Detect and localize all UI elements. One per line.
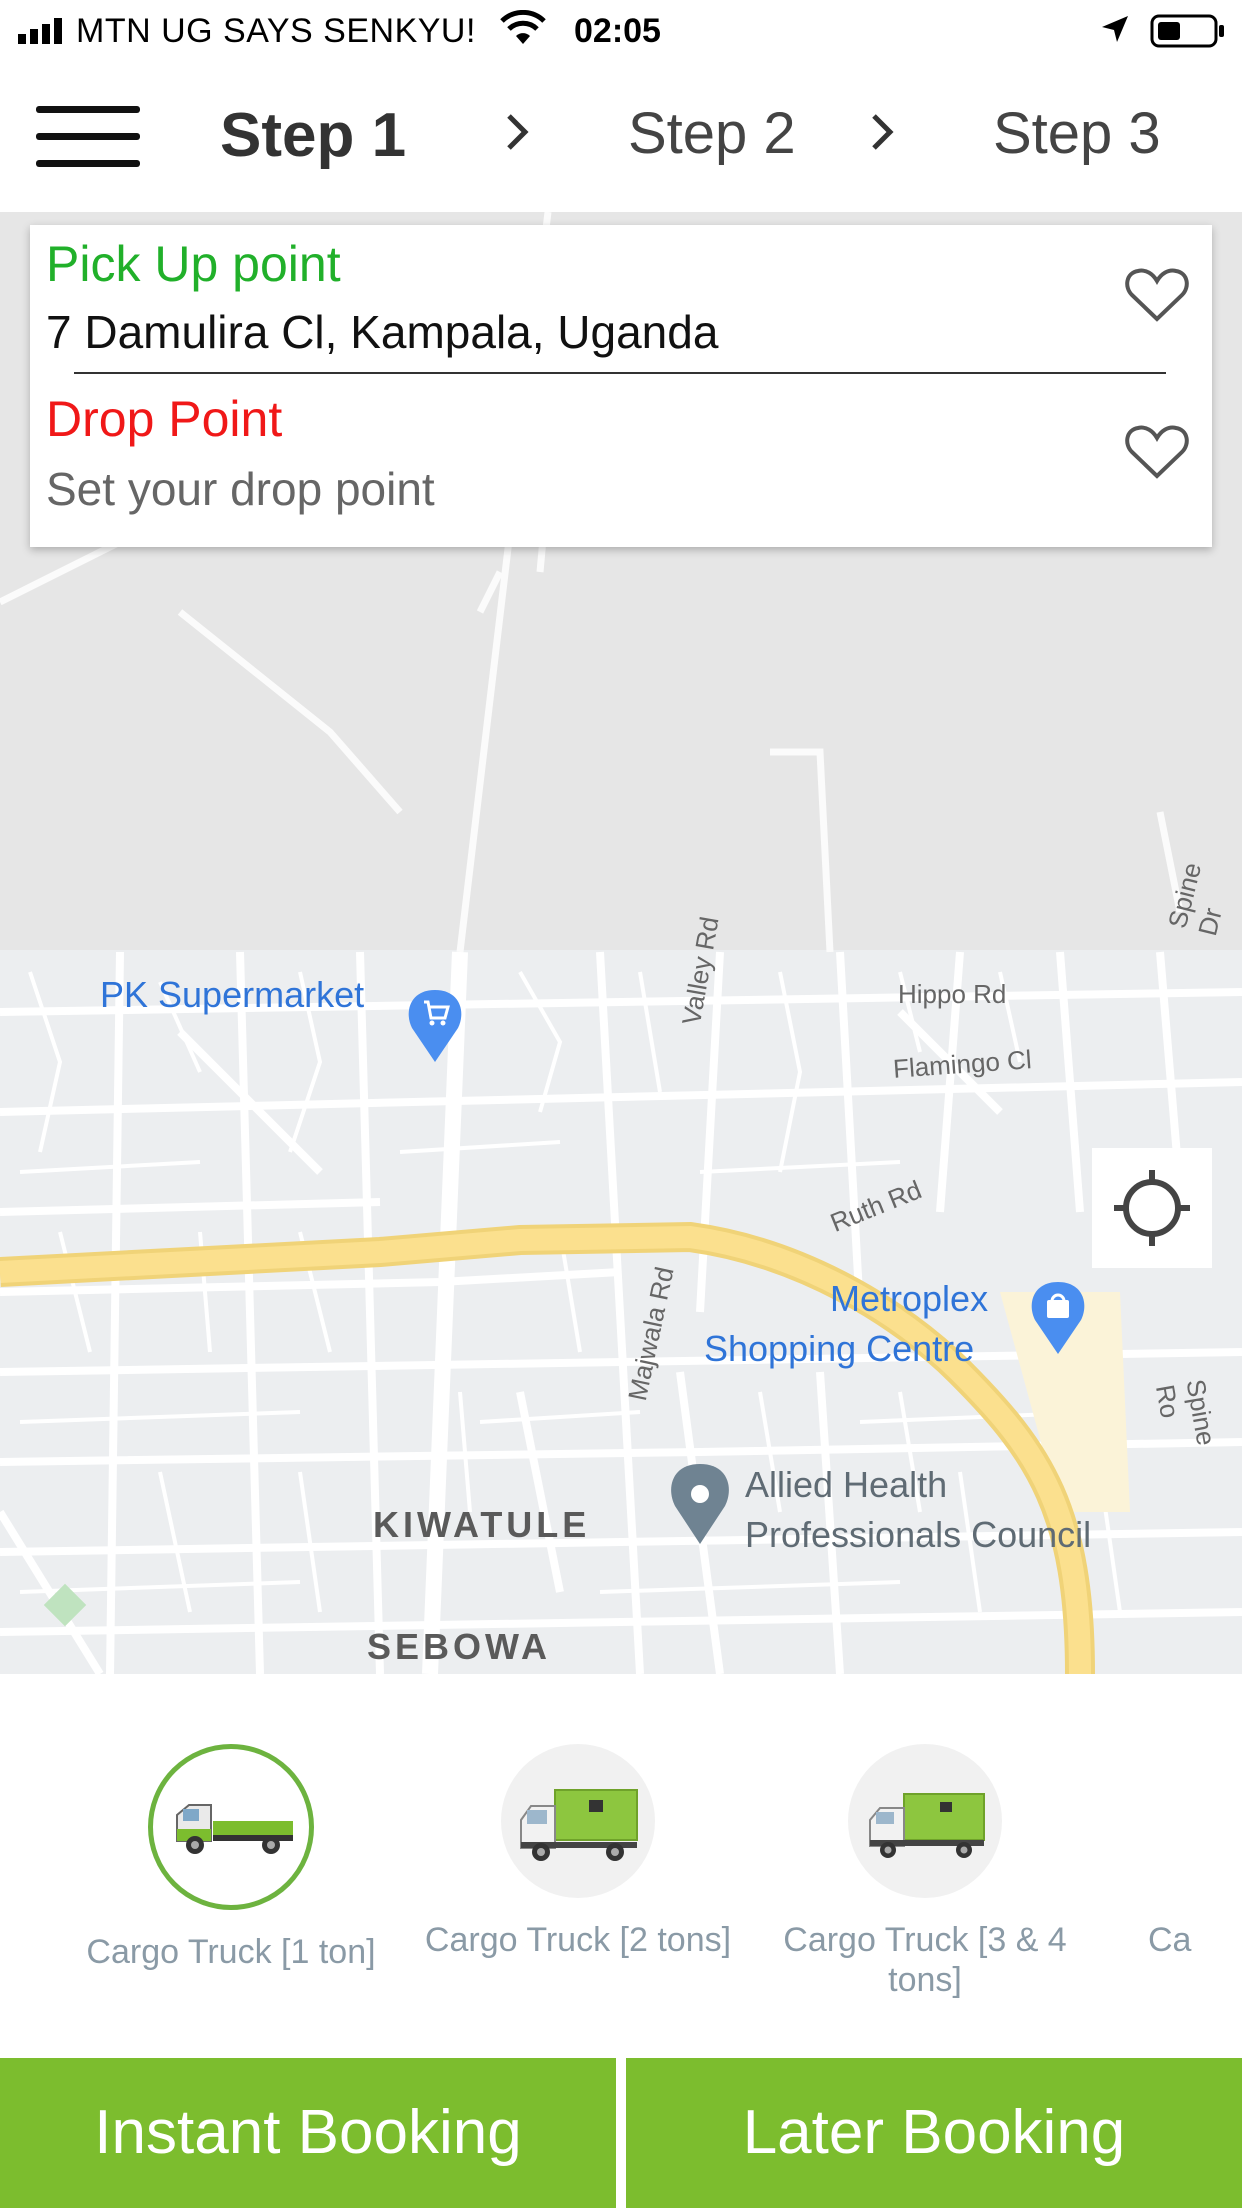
step-2[interactable]: Step 2 [628, 100, 796, 167]
address-card: Pick Up point 7 Damulira Cl, Kampala, Ug… [30, 225, 1212, 547]
box-truck-icon [501, 1744, 655, 1898]
drop-field[interactable]: Set your drop point [46, 462, 435, 516]
step-header: Step 1 Step 2 Step 3 [0, 62, 1242, 212]
vehicle-name: Cargo Truck [1 ton] [86, 1933, 376, 1971]
clock: 02:05 [574, 12, 661, 50]
drop-label: Drop Point [46, 391, 283, 447]
area-label: SEBOWA [367, 1626, 552, 1667]
chevron-right-icon [872, 114, 894, 150]
status-bar: MTN UG SAYS SENKYU! 02:05 [0, 0, 1242, 62]
instant-booking-button[interactable]: Instant Booking [0, 2058, 616, 2208]
place-label[interactable]: Professionals Council [745, 1514, 1091, 1556]
box-truck-icon [848, 1744, 1002, 1898]
step-3[interactable]: Step 3 [993, 100, 1161, 167]
truck-icon [148, 1744, 314, 1910]
vehicle-name: Ca [1148, 1921, 1192, 1959]
vehicle-option[interactable]: Cargo Truck [3 & 4 tons] [760, 1744, 1090, 2000]
later-booking-button[interactable]: Later Booking [626, 2058, 1242, 2208]
favorite-heart-icon[interactable] [1124, 422, 1190, 482]
place-label[interactable]: Allied Health [745, 1464, 947, 1506]
carrier-name: MTN UG SAYS SENKYU! [76, 12, 476, 50]
road-label: Spine Ro [1149, 1377, 1222, 1448]
vehicle-selector[interactable]: Cargo Truck [1 ton] Cargo Truck [2 tons] [0, 1674, 1242, 2060]
crosshair-icon [1114, 1170, 1190, 1246]
road-label: Hippo Rd [898, 979, 1007, 1009]
signal-icon [18, 18, 62, 44]
vehicle-name: Cargo Truck [3 & 4 tons] [783, 1921, 1067, 1999]
chevron-right-icon [507, 114, 529, 150]
pickup-field[interactable]: 7 Damulira Cl, Kampala, Uganda [46, 305, 718, 359]
battery-icon [1150, 14, 1224, 48]
vehicle-option[interactable]: Ca [1148, 1744, 1242, 1960]
location-arrow-icon [1102, 16, 1128, 42]
area-label: KIWATULE [373, 1504, 591, 1545]
my-location-button[interactable] [1092, 1148, 1212, 1268]
favorite-heart-icon[interactable] [1124, 265, 1190, 325]
place-label[interactable]: Metroplex [830, 1278, 988, 1320]
booking-actions: Instant Booking Later Booking [0, 2058, 1242, 2208]
step-1[interactable]: Step 1 [220, 100, 406, 171]
divider [74, 372, 1166, 374]
vehicle-option[interactable]: Cargo Truck [1 ton] [66, 1744, 396, 1972]
pickup-label: Pick Up point [46, 236, 341, 292]
vehicle-name: Cargo Truck [2 tons] [424, 1921, 732, 1959]
place-label[interactable]: Shopping Centre [704, 1328, 974, 1370]
hamburger-menu-icon[interactable] [36, 102, 142, 172]
place-label[interactable]: PK Supermarket [100, 974, 364, 1016]
vehicle-option[interactable]: Cargo Truck [2 tons] [413, 1744, 743, 1960]
wifi-icon [500, 10, 546, 44]
